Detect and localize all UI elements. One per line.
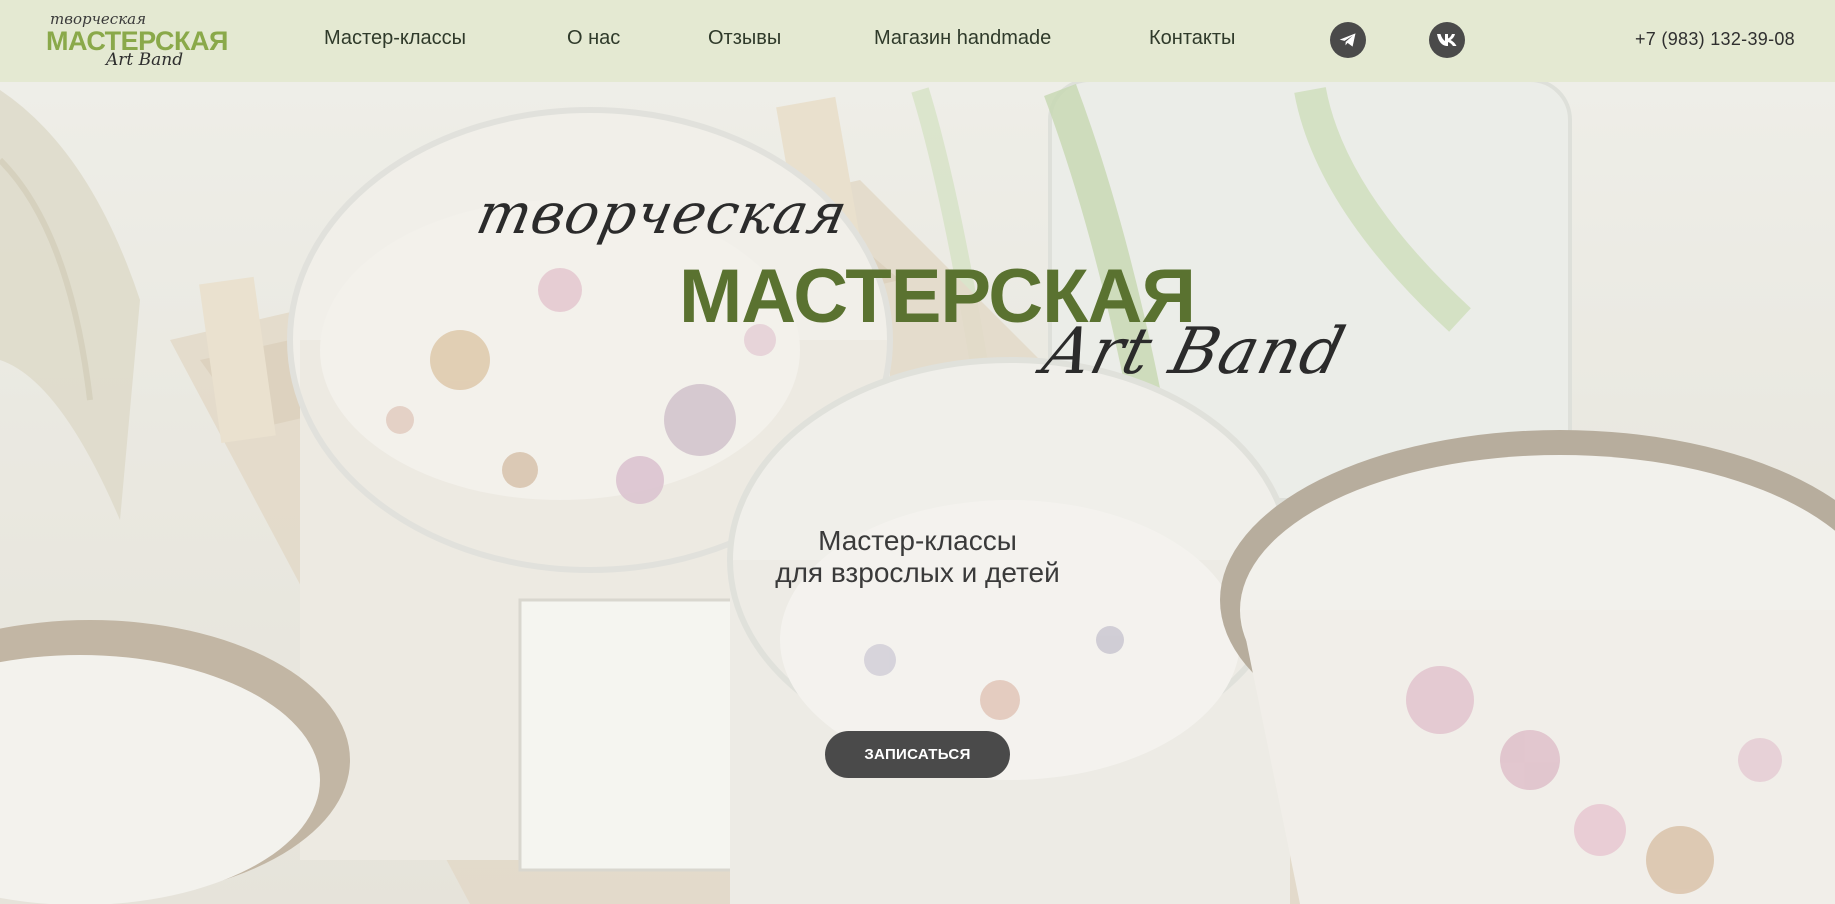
nav-link-contacts[interactable]: Контакты (1149, 27, 1235, 50)
telegram-icon (1339, 33, 1356, 47)
nav-link-about[interactable]: О нас (567, 27, 620, 50)
nav-link-masterclasses[interactable]: Мастер-классы (324, 27, 466, 50)
signup-button[interactable]: ЗАПИСАТЬСЯ (825, 731, 1010, 778)
hero-title-top: творческая (471, 182, 854, 247)
vk-icon (1437, 34, 1457, 46)
hero-tagline-line-2: для взрослых и детей (775, 557, 1060, 588)
top-navbar: творческая МАСТЕРСКАЯ Art Band Мастер-кл… (0, 0, 1835, 82)
nav-link-shop[interactable]: Магазин handmade (874, 27, 1051, 50)
phone-number[interactable]: +7 (983) 132-39-08 (1635, 29, 1795, 50)
nav-link-reviews[interactable]: Отзывы (708, 27, 781, 50)
telegram-button[interactable] (1330, 22, 1366, 58)
hero-title-bottom: Art Band (1035, 315, 1353, 389)
site-logo[interactable]: творческая МАСТЕРСКАЯ Art Band (44, 8, 228, 72)
logo-line-3: Art Band (106, 50, 184, 70)
vk-button[interactable] (1429, 22, 1465, 58)
hero-tagline-line-1: Мастер-классы (818, 525, 1017, 556)
